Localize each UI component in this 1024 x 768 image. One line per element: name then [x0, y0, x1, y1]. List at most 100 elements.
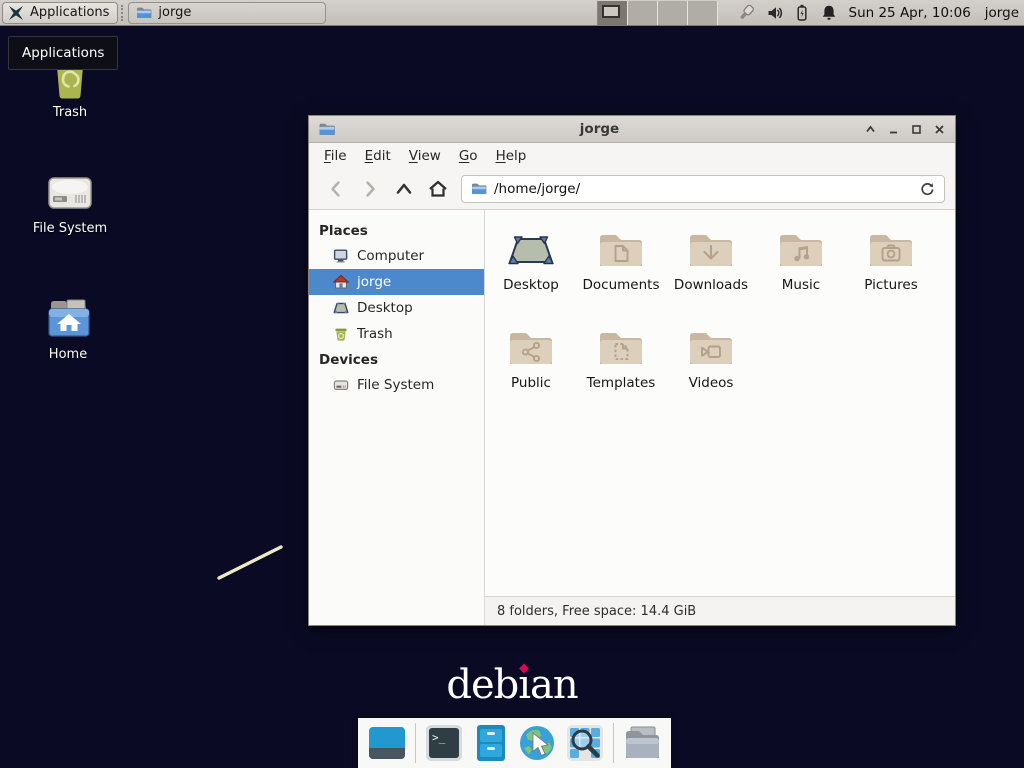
menu-help[interactable]: Help	[487, 144, 536, 168]
gray-folder-icon	[623, 725, 661, 761]
applications-menu-button[interactable]: Applications	[2, 2, 118, 24]
sidebar-item-label: Computer	[357, 248, 424, 264]
reload-button[interactable]	[919, 181, 935, 197]
public-folder-icon	[507, 326, 555, 368]
home-icon	[427, 179, 449, 199]
downloads-folder-icon	[687, 228, 735, 270]
close-button[interactable]	[932, 122, 946, 136]
folder-item-music[interactable]: Music	[756, 222, 846, 320]
home-folder-icon	[18, 296, 118, 342]
desktop-icon-label: Trash	[20, 105, 120, 120]
location-bar[interactable]: /home/jorge/	[461, 175, 945, 203]
debian-logo-text-pre: deb	[446, 662, 518, 708]
sidebar-item-file-system[interactable]: File System	[309, 372, 484, 398]
panel-clock[interactable]: Sun 25 Apr, 10:06	[849, 5, 971, 21]
menubar: File Edit View Go Help	[309, 143, 955, 169]
taskbar-window-button[interactable]: jorge	[128, 2, 326, 24]
sidebar-item-label: Desktop	[357, 300, 413, 316]
forward-button[interactable]	[353, 174, 387, 204]
workspace-2[interactable]	[628, 1, 658, 25]
up-icon	[398, 185, 410, 193]
sidebar-item-computer[interactable]: Computer	[309, 243, 484, 269]
folder-item-pictures[interactable]: Pictures	[846, 222, 936, 320]
battery-icon[interactable]	[794, 4, 810, 22]
home-button[interactable]	[421, 174, 455, 204]
menu-edit[interactable]: Edit	[356, 144, 400, 168]
back-button[interactable]	[319, 174, 353, 204]
location-folder-icon	[471, 182, 487, 196]
desktop-scratch-line	[210, 538, 294, 588]
desktop-icon-home[interactable]: Home	[18, 296, 118, 362]
music-folder-icon	[777, 228, 825, 270]
folder-item-documents[interactable]: Documents	[576, 222, 666, 320]
maximize-button[interactable]	[909, 122, 923, 136]
statusbar: 8 folders, Free space: 14.4 GiB	[485, 596, 955, 625]
back-icon	[333, 183, 339, 196]
window-title: jorge	[336, 121, 863, 137]
sidebar-header-devices: Devices	[309, 347, 484, 372]
main-view: Desktop Documents	[485, 210, 955, 625]
panel-username[interactable]: jorge	[985, 5, 1019, 21]
trash-icon	[333, 326, 349, 342]
folder-label: Videos	[689, 375, 734, 391]
menu-file[interactable]: File	[315, 144, 356, 168]
folder-label: Desktop	[503, 277, 559, 293]
workspace-3[interactable]	[658, 1, 688, 25]
application-finder-launcher[interactable]	[566, 724, 604, 762]
home-icon	[333, 274, 349, 290]
minimize-button[interactable]	[886, 122, 900, 136]
directory-menu-button[interactable]	[623, 725, 661, 761]
reload-icon	[919, 181, 935, 197]
folder-item-videos[interactable]: Videos	[666, 320, 756, 418]
folder-item-downloads[interactable]: Downloads	[666, 222, 756, 320]
terminal-launcher[interactable]: >_	[425, 724, 463, 762]
sidebar-item-desktop[interactable]: Desktop	[309, 295, 484, 321]
up-button[interactable]	[387, 174, 421, 204]
file-cabinet-icon	[472, 724, 510, 762]
notifications-bell-icon[interactable]	[821, 4, 837, 22]
window-controls	[863, 122, 946, 136]
videos-folder-icon	[687, 326, 735, 368]
menu-go[interactable]: Go	[450, 144, 487, 168]
menu-view[interactable]: View	[400, 144, 450, 168]
file-manager-launcher[interactable]	[472, 724, 510, 762]
taskbar-window-label: jorge	[158, 5, 191, 20]
debian-logo-text-post: an	[530, 662, 578, 708]
web-browser-launcher[interactable]	[519, 724, 557, 762]
pictures-folder-icon	[867, 228, 915, 270]
network-icon[interactable]	[736, 4, 756, 22]
sidebar-item-label: Trash	[357, 326, 393, 342]
location-path: /home/jorge/	[494, 181, 580, 197]
folder-icon	[136, 6, 152, 20]
applications-menu-label: Applications	[30, 5, 109, 20]
dock-separator	[613, 723, 614, 763]
show-desktop-button[interactable]	[368, 724, 406, 762]
volume-icon[interactable]	[767, 4, 783, 22]
folder-item-desktop[interactable]: Desktop	[486, 222, 576, 320]
top-panel: Applications jorge	[0, 0, 1024, 26]
workspace-4[interactable]	[688, 1, 718, 25]
window-content: Places Computer jorge	[309, 210, 955, 625]
sidebar-item-label: jorge	[357, 274, 391, 290]
panel-handle[interactable]	[121, 5, 126, 21]
window-titlebar[interactable]: jorge	[309, 116, 955, 143]
sidebar-header-places: Places	[309, 218, 484, 243]
desktop-icon-file-system[interactable]: File System	[20, 170, 120, 236]
forward-icon	[368, 183, 374, 196]
applications-tooltip-text: Applications	[22, 45, 104, 61]
desktop-pad-icon	[507, 228, 555, 270]
desktop-icon	[333, 300, 349, 316]
desktop-icon-label: Home	[18, 347, 118, 362]
web-browser-globe-icon	[519, 724, 557, 762]
hard-drive-icon	[20, 170, 120, 216]
sidebar-item-jorge[interactable]: jorge	[309, 269, 484, 295]
applications-tooltip: Applications	[8, 36, 118, 70]
folder-item-public[interactable]: Public	[486, 320, 576, 418]
folder-grid[interactable]: Desktop Documents	[485, 210, 955, 596]
workspace-pager	[597, 1, 718, 25]
shade-button[interactable]	[863, 122, 877, 136]
sidebar-item-trash[interactable]: Trash	[309, 321, 484, 347]
folder-item-templates[interactable]: Templates	[576, 320, 666, 418]
show-desktop-icon	[368, 724, 406, 762]
workspace-1[interactable]	[598, 1, 628, 25]
